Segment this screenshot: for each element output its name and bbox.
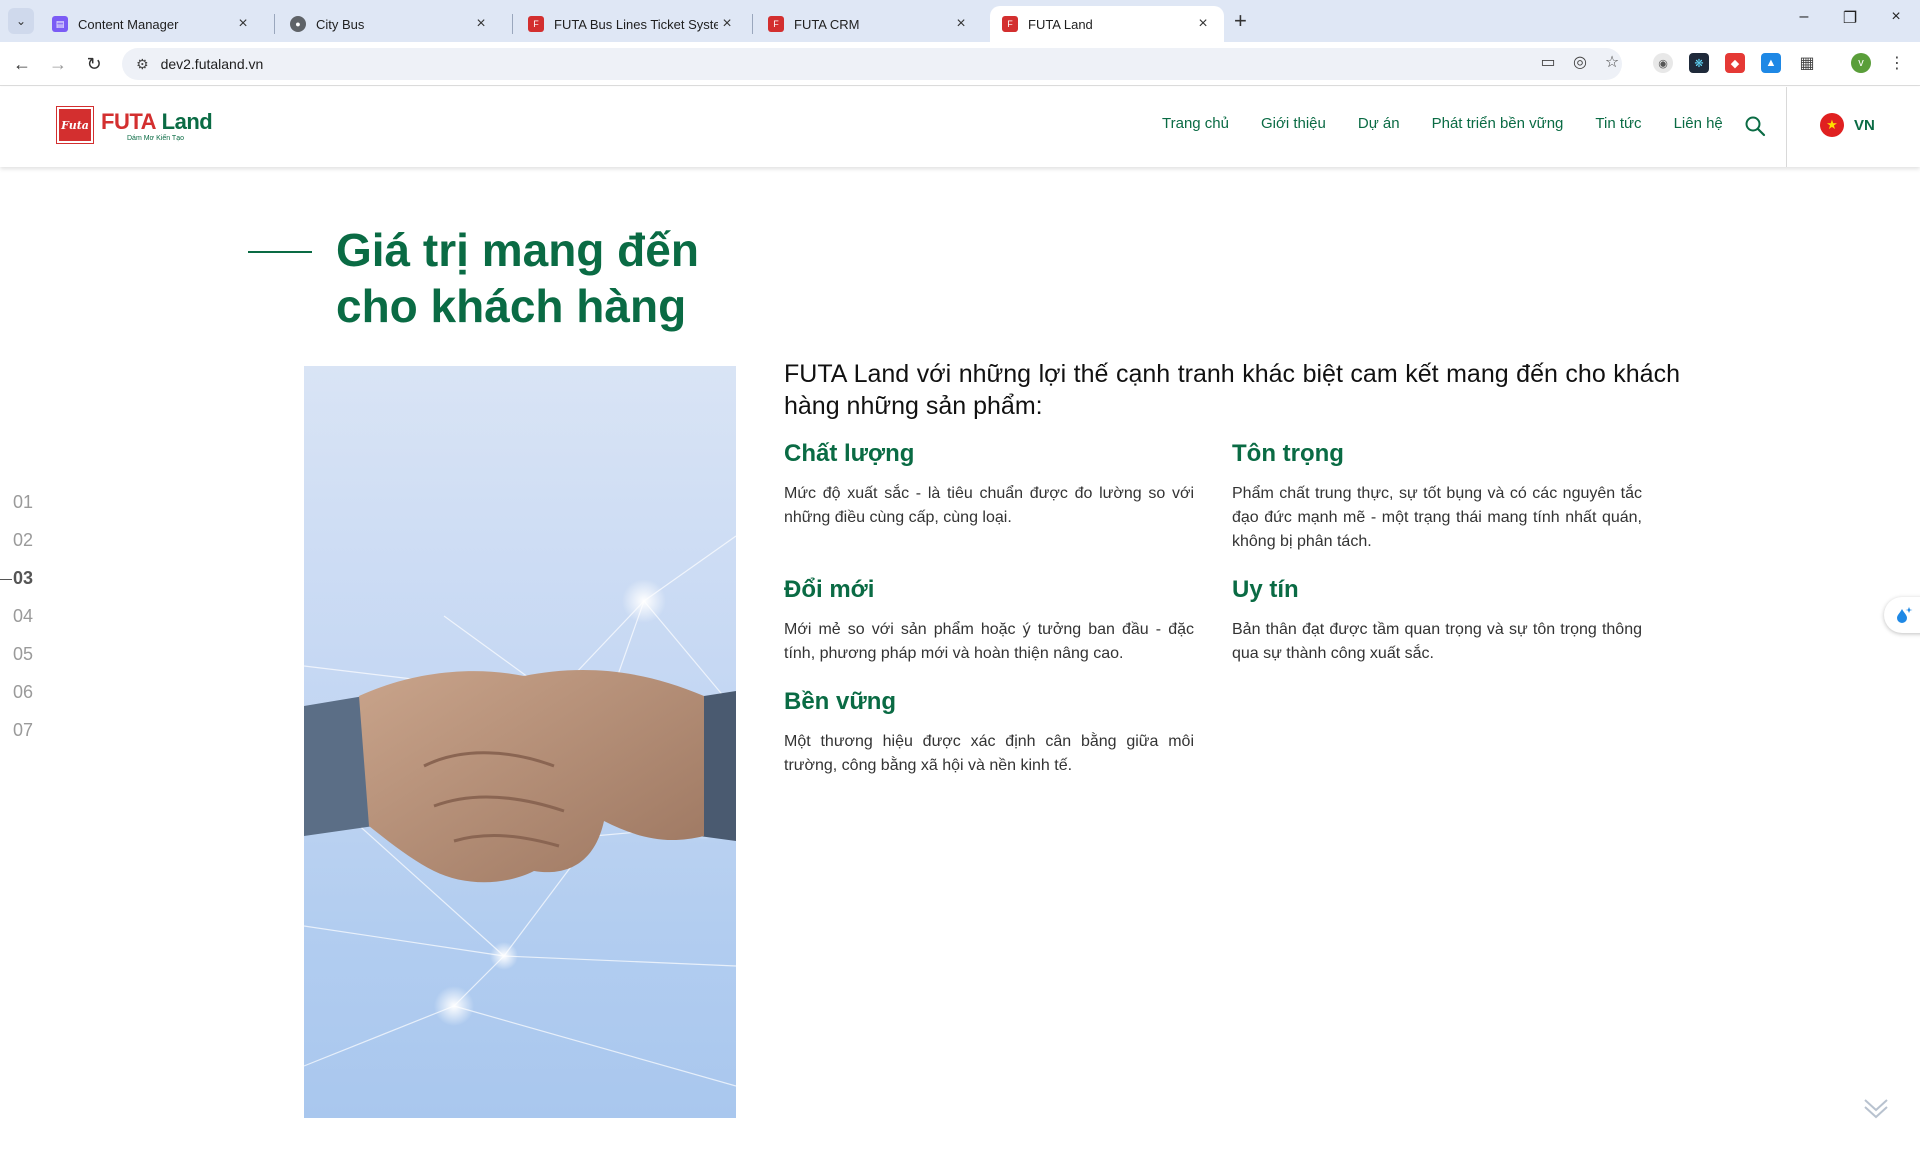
close-icon[interactable]: × [952,15,970,33]
language-label: VN [1854,116,1875,134]
content-manager-icon: ▤ [52,16,68,32]
vietnam-flag-icon: ★ [1820,113,1844,137]
react-devtools-icon[interactable]: ❋ [1689,53,1709,73]
section-title-line1: Giá trị mang đến [336,224,699,276]
browser-tab-active[interactable]: F FUTA Land × [990,6,1224,42]
section-index-item[interactable]: 05 [0,644,33,682]
extension-drop-icon[interactable]: ▲ [1761,53,1781,73]
site-settings-icon[interactable]: ⚙ [136,56,149,73]
section-index-item[interactable]: 04 [0,606,33,644]
tab-separator [274,14,275,34]
tab-separator [512,14,513,34]
search-icon-svg [1745,116,1766,137]
logo-text: FUTA Land Dám Mơ Kiến Tạo [101,108,213,142]
nav-about[interactable]: Giới thiệu [1261,115,1326,132]
section-index-item[interactable]: 06 [0,682,33,720]
value-desc-sustainability: Một thương hiệu được xác định cân bằng g… [784,733,1194,774]
main-navigation: Trang chủ Giới thiệu Dự án Phát triển bề… [1162,115,1723,132]
tab-title: FUTA Bus Lines Ticket System [554,16,718,32]
restore-icon[interactable]: ❐ [1830,8,1870,28]
title-accent-line [248,251,312,253]
floating-assistant-button[interactable] [1884,597,1920,633]
back-icon[interactable]: ← [10,52,34,76]
url-bar[interactable]: ⚙ dev2.futaland.vn [122,48,1622,80]
browser-tab[interactable]: F FUTA Bus Lines Ticket System × [516,6,748,42]
install-app-icon[interactable]: ▭ [1536,52,1560,72]
language-switcher[interactable]: ★ VN [1820,113,1875,137]
value-title-sustainability: Bền vững [784,688,897,715]
futa-icon: F [1002,16,1018,32]
tab-title: FUTA CRM [794,16,860,32]
eye-off-icon[interactable]: ◎ [1568,52,1592,72]
value-title-innovation: Đổi mới [784,576,875,603]
sparkle-drop-icon [1897,607,1913,623]
browser-tab[interactable]: ● City Bus × [278,6,502,42]
logo-slogan: Dám Mơ Kiến Tạo [127,134,184,142]
close-icon[interactable]: × [234,15,252,33]
section-index-item-active[interactable]: 03 [0,568,33,606]
section-index-nav: 01 02 03 04 05 06 07 [0,492,33,758]
scroll-down-chevron-icon[interactable] [1862,1094,1890,1122]
search-icon[interactable] [1744,115,1766,137]
browser-tab[interactable]: F FUTA CRM × [756,6,982,42]
address-toolbar: ← → ↻ ⚙ dev2.futaland.vn ▭ ◎ ☆ ◉ ❋ ◆ ▲ ▦… [0,42,1920,86]
logo-badge: Futa [56,106,94,144]
close-icon[interactable]: × [718,15,736,33]
tab-title: Content Manager [78,16,179,32]
value-title-respect: Tôn trọng [1232,440,1344,467]
value-desc-innovation: Mới mẻ so với sản phẩm hoặc ý tưởng ban … [784,621,1194,662]
double-chevron-down-icon [1864,1099,1888,1119]
handshake-illustration [304,535,736,1087]
nav-news[interactable]: Tin tức [1595,115,1641,132]
browser-tab-bar: ⌄ ▤ Content Manager × ● City Bus × F FUT… [0,0,1920,42]
browser-tab[interactable]: ▤ Content Manager × [40,6,264,42]
url-text: dev2.futaland.vn [160,56,264,72]
extension-owl-icon[interactable]: ◉ [1653,53,1673,73]
logo-name: FUTA Land [101,108,213,135]
value-desc-respect: Phẩm chất trung thực, sự tốt bụng và có … [1232,485,1642,550]
nav-projects[interactable]: Dự án [1358,115,1400,132]
section-index-item[interactable]: 07 [0,720,33,758]
value-title-reputation: Uy tín [1232,576,1299,603]
section-index-item[interactable]: 01 [0,492,33,530]
nav-sustainability[interactable]: Phát triển bền vững [1432,115,1564,132]
browser-menu-icon[interactable]: ⋮ [1887,53,1907,73]
extensions-puzzle-icon[interactable]: ▦ [1797,53,1817,73]
close-icon[interactable]: × [472,15,490,33]
nav-home[interactable]: Trang chủ [1162,115,1229,132]
logo-name-right: Land [156,108,213,134]
site-header: Futa FUTA Land Dám Mơ Kiến Tạo Trang chủ… [0,87,1920,167]
shield-extension-icon[interactable]: ◆ [1725,53,1745,73]
logo-name-left: FUTA [101,108,157,134]
header-divider [1786,87,1787,167]
futa-land-logo[interactable]: Futa FUTA Land Dám Mơ Kiến Tạo [56,106,213,144]
futa-icon: F [528,16,544,32]
value-title-quality: Chất lượng [784,440,915,467]
bookmark-star-icon[interactable]: ☆ [1600,52,1624,72]
tab-title: City Bus [316,16,365,32]
section-index-item[interactable]: 02 [0,530,33,568]
intro-text: FUTA Land với những lợi thế cạnh tranh k… [784,360,1680,420]
tab-separator [752,14,753,34]
value-desc-quality: Mức độ xuất sắc - là tiêu chuẩn được đo … [784,485,1194,526]
new-tab-icon[interactable]: + [1234,8,1247,34]
forward-icon[interactable]: → [46,52,70,76]
nav-contact[interactable]: Liên hệ [1674,115,1723,132]
futa-icon: F [768,16,784,32]
minimize-icon[interactable]: – [1784,8,1824,26]
tab-search-chevron-icon[interactable]: ⌄ [8,8,34,34]
section-title-line2: cho khách hàng [336,280,687,332]
section-title: Giá trị mang đến cho khách hàng [336,222,856,334]
handshake-image [304,366,736,1118]
reload-icon[interactable]: ↻ [82,52,106,76]
tab-title: FUTA Land [1028,16,1093,32]
profile-avatar-icon[interactable]: v [1851,53,1871,73]
window-close-icon[interactable]: × [1876,8,1916,26]
close-icon[interactable]: × [1194,15,1212,33]
globe-icon: ● [290,16,306,32]
value-desc-reputation: Bản thân đạt được tầm quan trọng và sự t… [1232,621,1642,662]
